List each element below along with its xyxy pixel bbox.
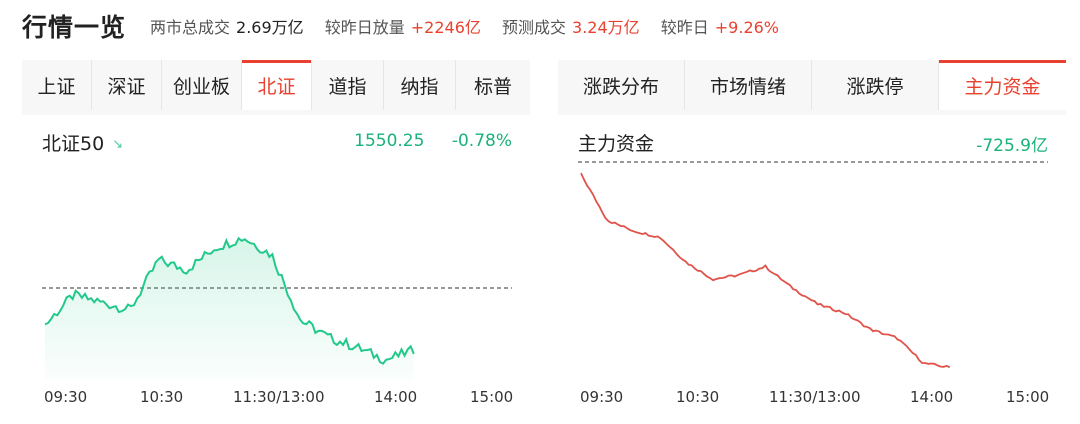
capital-chart: 主力资金 -725.9亿 xyxy=(558,115,1066,424)
index-panel: 上证 深证 创业板 北证 道指 纳指 标普 北证50 ↘ 1550.25 -0.7… xyxy=(22,60,530,424)
stat-value-forecast-turnover: 3.24万亿 xyxy=(572,18,640,37)
capital-flow-line xyxy=(580,172,951,369)
tab-nasdaq[interactable]: 纳指 xyxy=(384,60,456,110)
tab-main-capital[interactable]: 主力资金 xyxy=(939,60,1066,110)
tab-beijing[interactable]: 北证 xyxy=(242,60,312,110)
stat-value-volume-change: +2246亿 xyxy=(410,18,481,37)
stat-label-vs-yesterday: 较昨日 xyxy=(660,18,709,37)
market-tabs: 涨跌分布 市场情绪 涨跌停 主力资金 xyxy=(558,60,1066,110)
index-area-fill xyxy=(45,238,414,380)
turnover-stats: 两市总成交 2.69万亿 较昨日放量 +2246亿 预测成交 3.24万亿 较昨日 +9… xyxy=(150,14,779,38)
market-summary-bar: 行情一览 两市总成交 2.69万亿 较昨日放量 +2246亿 预测成交 3.24万亿 … xyxy=(0,0,1080,52)
tab-dow[interactable]: 道指 xyxy=(312,60,384,110)
x-tick-0930: 09:30 xyxy=(580,388,624,406)
x-tick-1500: 15:00 xyxy=(470,388,514,406)
x-tick-1130-1300: 11:30/13:00 xyxy=(233,388,325,406)
index-line-chart xyxy=(42,236,512,380)
stat-label-volume-change: 较昨日放量 xyxy=(324,18,405,37)
x-tick-1400: 14:00 xyxy=(374,388,418,406)
x-tick-1400: 14:00 xyxy=(910,388,954,406)
x-tick-1500: 15:00 xyxy=(1006,388,1050,406)
market-panel: 涨跌分布 市场情绪 涨跌停 主力资金 主力资金 -725.9亿 09:30 10… xyxy=(558,60,1066,424)
tab-shanghai[interactable]: 上证 xyxy=(22,60,92,110)
page-title: 行情一览 xyxy=(22,13,127,42)
tab-rise-fall-distribution[interactable]: 涨跌分布 xyxy=(558,60,685,110)
stat-value-vs-yesterday: +9.26% xyxy=(714,18,779,37)
x-tick-1130-1300: 11:30/13:00 xyxy=(769,388,861,406)
x-tick-1030: 10:30 xyxy=(140,388,184,406)
index-chart: 北证50 ↘ 1550.25 -0.78% xyxy=(22,115,530,424)
index-tabs: 上证 深证 创业板 北证 道指 纳指 标普 xyxy=(22,60,530,110)
tab-market-sentiment[interactable]: 市场情绪 xyxy=(685,60,812,110)
index-x-axis: 09:30 10:30 11:30/13:00 14:00 15:00 xyxy=(22,388,530,412)
capital-line-chart xyxy=(578,161,1048,369)
tab-limit-up-down[interactable]: 涨跌停 xyxy=(812,60,939,110)
stat-label-total-turnover: 两市总成交 xyxy=(150,18,231,37)
stat-value-total-turnover: 2.69万亿 xyxy=(236,18,304,37)
x-tick-1030: 10:30 xyxy=(676,388,720,406)
tab-sp500[interactable]: 标普 xyxy=(456,60,530,110)
x-tick-0930: 09:30 xyxy=(44,388,88,406)
stat-label-forecast-turnover: 预测成交 xyxy=(502,18,567,37)
tab-shenzhen[interactable]: 深证 xyxy=(92,60,162,110)
capital-x-axis: 09:30 10:30 11:30/13:00 14:00 15:00 xyxy=(558,388,1066,412)
tab-chinext[interactable]: 创业板 xyxy=(162,60,242,110)
